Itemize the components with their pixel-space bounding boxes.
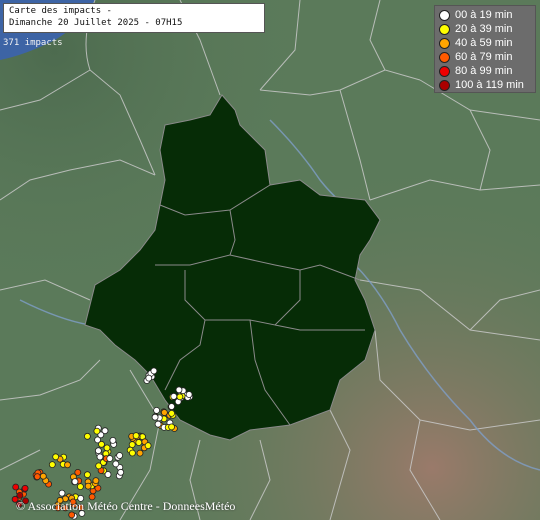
impact-marker [168, 409, 176, 417]
legend-item: 20 à 39 min [439, 22, 531, 36]
legend-dot-icon [439, 51, 450, 63]
impact-marker [176, 393, 184, 401]
legend-label: 40 à 59 min [455, 37, 513, 49]
impact-marker [144, 442, 152, 450]
legend-dot-icon [439, 79, 450, 91]
impact-map: Carte des impacts - Dimanche 20 Juillet … [0, 0, 540, 520]
impact-marker [109, 436, 117, 444]
impact-marker [104, 471, 112, 478]
impact-marker [160, 409, 168, 416]
legend-label: 20 à 39 min [455, 23, 513, 35]
impact-marker [103, 444, 111, 452]
legend-item: 00 à 19 min [439, 8, 531, 22]
impact-marker [95, 447, 102, 455]
impact-marker [116, 452, 123, 459]
impact-count: 371 impacts [3, 38, 63, 48]
impact-marker [128, 441, 136, 449]
legend: 00 à 19 min 20 à 39 min 40 à 59 min 60 à… [434, 5, 536, 93]
map-title-line-2: Dimanche 20 Juillet 2025 - 07H15 [9, 18, 183, 28]
map-title-line-1: Carte des impacts - [9, 6, 112, 16]
impact-marker [117, 468, 125, 476]
impact-marker [98, 440, 105, 448]
impact-marker [12, 483, 20, 491]
impact-marker [175, 386, 183, 394]
map-title-box: Carte des impacts - Dimanche 20 Juillet … [3, 3, 265, 33]
impact-marker [132, 432, 140, 440]
legend-label: 100 à 119 min [455, 79, 524, 91]
legend-dot-icon [439, 23, 450, 35]
legend-item: 100 à 119 min [439, 78, 531, 92]
impact-marker [154, 420, 162, 428]
impact-marker [74, 468, 82, 476]
impact-marker [112, 460, 120, 468]
impact-marker [150, 367, 158, 375]
impact-marker [168, 403, 176, 410]
impact-marker [168, 423, 176, 431]
legend-item: 80 à 99 min [439, 64, 531, 78]
legend-dot-icon [439, 65, 450, 77]
impact-marker [151, 413, 159, 421]
impact-marker [77, 483, 84, 491]
impact-marker [96, 453, 104, 461]
impact-marker [145, 374, 153, 382]
impact-marker [16, 491, 24, 499]
legend-label: 00 à 19 min [455, 9, 513, 21]
map-credit: © Association Météo Centre - DonneesMété… [16, 499, 236, 513]
impact-marker [95, 462, 103, 470]
legend-label: 60 à 79 min [455, 51, 513, 63]
impact-marker [93, 427, 101, 435]
legend-dot-icon [439, 9, 450, 21]
impact-marker [48, 461, 56, 469]
impact-marker [84, 432, 91, 440]
impact-marker [92, 477, 100, 485]
impact-marker [84, 471, 91, 479]
impact-marker [64, 461, 71, 469]
impact-marker [39, 472, 47, 480]
impact-marker [135, 439, 143, 446]
impact-marker [21, 484, 29, 492]
legend-dot-icon [439, 37, 450, 49]
impact-marker [71, 478, 79, 486]
impact-marker [185, 391, 193, 398]
impact-marker [52, 453, 60, 461]
legend-item: 40 à 59 min [439, 36, 531, 50]
impact-marker [128, 449, 136, 457]
impact-marker [136, 449, 144, 457]
impact-marker [153, 406, 161, 414]
legend-label: 80 à 99 min [455, 65, 513, 77]
impact-marker [106, 455, 114, 462]
legend-item: 60 à 79 min [439, 50, 531, 64]
impact-marker [84, 482, 92, 490]
impact-marker [33, 473, 41, 481]
impact-marker [170, 392, 178, 400]
impact-marker [58, 489, 66, 497]
